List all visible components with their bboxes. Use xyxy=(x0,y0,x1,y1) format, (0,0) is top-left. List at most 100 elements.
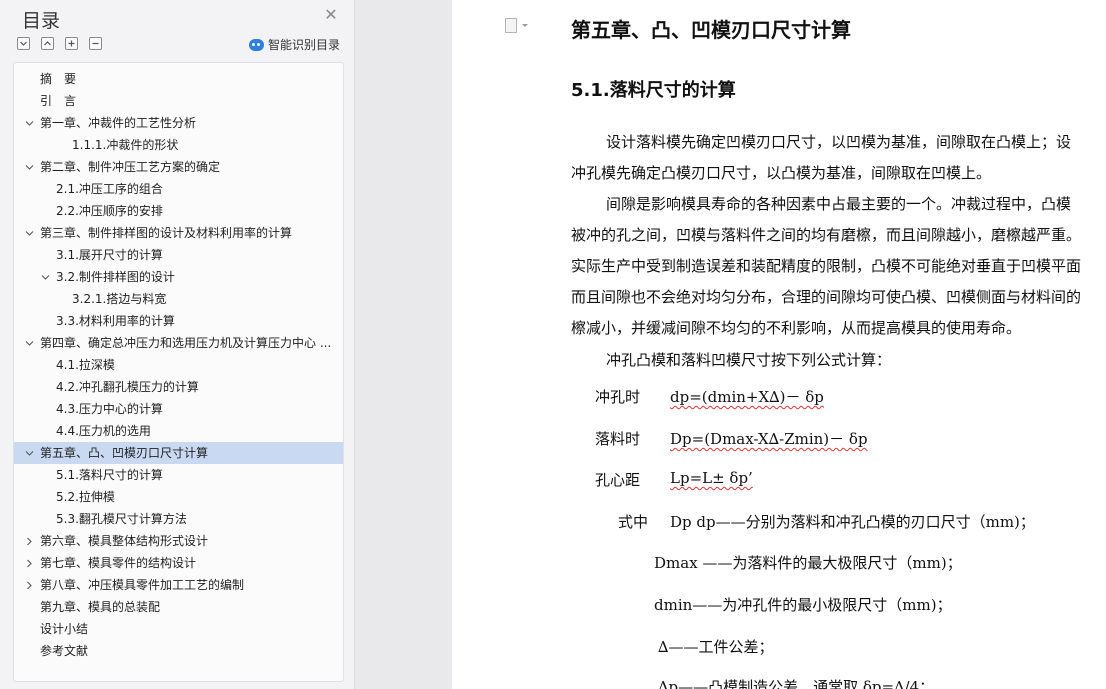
toc-item[interactable]: 第九章、模具的总装配 xyxy=(14,596,343,618)
formula-expression: dp=(dmin+X∆)－ δp xyxy=(670,388,824,406)
paragraph-line: 设计落料模先确定凹模刃口尺寸，以凹模为基准，间隙取在凸模上；设 xyxy=(606,133,1072,151)
paragraph-line: 而且间隙也不会绝对均匀分布，合理的间隙均可使凸模、凹模侧面与材料间的 xyxy=(571,288,1082,306)
add-heading-button[interactable] xyxy=(65,37,78,50)
chevron-down-icon[interactable] xyxy=(25,449,34,458)
toc-item-label: 2.2.冲压顺序的安排 xyxy=(56,204,163,218)
toc-item-label: 第四章、确定总冲压力和选用压力机及计算压力中心 ... xyxy=(40,336,332,350)
chevron-down-icon[interactable] xyxy=(25,339,34,348)
toc-item-label: 4.3.压力中心的计算 xyxy=(56,402,163,416)
paragraph-line: 实际生产中受到制造误差和装配精度的限制，凸模不可能绝对垂直于凹模平面 xyxy=(571,257,1082,275)
toc-item[interactable]: 5.3.翻孔模尺寸计算方法 xyxy=(14,508,343,530)
toc-item[interactable]: 3.1.展开尺寸的计算 xyxy=(14,244,343,266)
toc-item-label: 引 言 xyxy=(40,94,77,108)
toc-item[interactable]: 5.2.拉伸模 xyxy=(14,486,343,508)
toc-item-label: 第三章、制件排样图的设计及材料利用率的计算 xyxy=(40,226,293,240)
toc-item-label: 第五章、凸、凹模刃口尺寸计算 xyxy=(40,446,209,460)
toc-item[interactable]: 第二章、制件冲压工艺方案的确定 xyxy=(14,156,343,178)
paragraph-line: 间隙是影响模具寿命的各种因素中占最主要的一个。冲裁过程中，凸模 xyxy=(606,195,1072,213)
toc-item[interactable]: 4.2.冲孔翻孔模压力的计算 xyxy=(14,376,343,398)
collapse-all-button[interactable] xyxy=(41,37,54,50)
toc-item-label: 3.2.1.搭边与料宽 xyxy=(72,292,167,306)
sidebar-title: 目录 xyxy=(22,10,61,32)
toc-item[interactable]: 第五章、凸、凹模刃口尺寸计算 xyxy=(14,442,343,464)
toc-item-label: 3.2.制件排样图的设计 xyxy=(56,270,175,284)
toc-item[interactable]: 参考文献 xyxy=(14,640,343,662)
chevron-down-icon[interactable] xyxy=(25,119,34,128)
toc-item[interactable]: 第六章、模具整体结构形式设计 xyxy=(14,530,343,552)
toc-item[interactable]: 第四章、确定总冲压力和选用压力机及计算压力中心 ... xyxy=(14,332,343,354)
toc-item[interactable]: 3.3.材料利用率的计算 xyxy=(14,310,343,332)
toc-item[interactable]: 设计小结 xyxy=(14,618,343,640)
remove-heading-button[interactable] xyxy=(89,37,102,50)
toc-item[interactable]: 引 言 xyxy=(14,90,343,112)
paragraph-line: 檫减小，并缓减间隙不均匀的不利影响，从而提高模具的使用寿命。 xyxy=(571,319,1022,337)
document-page[interactable]: 第五章、凸、凹模刃口尺寸计算 5.1.落料尺寸的计算 设计落料模先确定凹模刃口尺… xyxy=(452,0,1106,689)
toc-item-label: 参考文献 xyxy=(40,644,89,658)
chapter-heading: 第五章、凸、凹模刃口尺寸计算 xyxy=(571,18,851,42)
toc-item-label: 第一章、冲裁件的工艺性分析 xyxy=(40,116,197,130)
toc-item[interactable]: 5.1.落料尺寸的计算 xyxy=(14,464,343,486)
toc-item[interactable]: 2.1.冲压工序的组合 xyxy=(14,178,343,200)
formula-label: 冲孔时 xyxy=(595,388,641,406)
formula-label: 孔心距 xyxy=(595,471,641,489)
toc-item-label: 第七章、模具零件的结构设计 xyxy=(40,556,197,570)
toc-item[interactable]: 4.3.压力中心的计算 xyxy=(14,398,343,420)
section-heading: 5.1.落料尺寸的计算 xyxy=(571,80,736,101)
toc-item[interactable]: 4.1.拉深模 xyxy=(14,354,343,376)
smart-toc-label: 智能识别目录 xyxy=(268,38,341,52)
toc-item-label: 第二章、制件冲压工艺方案的确定 xyxy=(40,160,221,174)
toc-item[interactable]: 第一章、冲裁件的工艺性分析 xyxy=(14,112,343,134)
definition-line: ∆p——凸模制造公差，通常取 δp=∆/4； xyxy=(658,678,935,689)
robot-icon xyxy=(249,38,264,51)
toc-item[interactable]: 3.2.1.搭边与料宽 xyxy=(14,288,343,310)
toc-item-label: 摘 要 xyxy=(40,72,77,86)
expand-all-button[interactable] xyxy=(17,37,30,50)
paragraph-line: 冲孔模先确定凸模刃口尺寸，以凸模为基准，间隙取在凹模上。 xyxy=(571,164,992,182)
toc-toolbar xyxy=(17,37,102,50)
toc-item-label: 5.2.拉伸模 xyxy=(56,490,115,504)
definition-line: dmin——为冲孔件的最小极限尺寸（mm)； xyxy=(654,596,952,614)
definition-line: Dmax ——为落料件的最大极限尺寸（mm)； xyxy=(654,554,962,572)
toc-item[interactable]: 3.2.制件排样图的设计 xyxy=(14,266,343,288)
formula-expression: Dp=(Dmax-X∆-Zmin)－ δp xyxy=(670,430,868,448)
toc-item[interactable]: 4.4.压力机的选用 xyxy=(14,420,343,442)
toc-item[interactable]: 1.1.1.冲裁件的形状 xyxy=(14,134,343,156)
toc-item-label: 1.1.1.冲裁件的形状 xyxy=(72,138,179,152)
toc-item[interactable]: 第七章、模具零件的结构设计 xyxy=(14,552,343,574)
definition-line: Dp dp——分别为落料和冲孔凸模的刃口尺寸（mm)； xyxy=(670,513,1035,531)
where-label: 式中 xyxy=(618,513,649,531)
toc-item[interactable]: 摘 要 xyxy=(14,68,343,90)
formula-label: 落料时 xyxy=(595,430,641,448)
paragraph-line: 被冲的孔之间，凹模与落料件之间的均有磨檫，而且间隙越小，磨檫越严重。 xyxy=(571,226,1082,244)
toc-item-label: 第八章、冲压模具零件加工工艺的编制 xyxy=(40,578,245,592)
smart-toc-button[interactable]: 智能识别目录 xyxy=(249,36,340,53)
toc-list: 摘 要引 言第一章、冲裁件的工艺性分析 1.1.1.冲裁件的形状第二章、制件冲压工… xyxy=(13,62,344,682)
chevron-right-icon[interactable] xyxy=(25,559,34,568)
toc-item-label: 4.1.拉深模 xyxy=(56,358,115,372)
page-options-icon[interactable] xyxy=(505,18,528,33)
toc-item-label: 5.1.落料尺寸的计算 xyxy=(56,468,163,482)
chevron-right-icon[interactable] xyxy=(25,581,34,590)
formula-expression: Lp=L± δp’ xyxy=(670,469,753,487)
toc-item-label: 5.3.翻孔模尺寸计算方法 xyxy=(56,512,187,526)
chevron-right-icon[interactable] xyxy=(25,537,34,546)
toc-item[interactable]: 2.2.冲压顺序的安排 xyxy=(14,200,343,222)
toc-item-label: 4.4.压力机的选用 xyxy=(56,424,151,438)
toc-item[interactable]: 第三章、制件排样图的设计及材料利用率的计算 xyxy=(14,222,343,244)
toc-item-label: 第六章、模具整体结构形式设计 xyxy=(40,534,209,548)
toc-sidebar: 目录 ✕ 智能识别目录 摘 要引 言第一章、冲裁件的工艺性分析 1.1.1.冲裁件… xyxy=(0,0,355,689)
toc-item[interactable]: 第八章、冲压模具零件加工工艺的编制 xyxy=(14,574,343,596)
canvas-gutter xyxy=(356,0,452,689)
chevron-down-icon[interactable] xyxy=(25,163,34,172)
toc-item-label: 设计小结 xyxy=(40,622,89,636)
close-icon[interactable]: ✕ xyxy=(322,6,340,24)
definition-line: ∆——工件公差； xyxy=(658,638,774,656)
app-window: 目录 ✕ 智能识别目录 摘 要引 言第一章、冲裁件的工艺性分析 1.1.1.冲裁件… xyxy=(0,0,1106,689)
toc-item-label: 2.1.冲压工序的组合 xyxy=(56,182,163,196)
chevron-down-icon[interactable] xyxy=(41,273,50,282)
chevron-down-icon[interactable] xyxy=(25,229,34,238)
toc-item-label: 4.2.冲孔翻孔模压力的计算 xyxy=(56,380,199,394)
toc-item-label: 第九章、模具的总装配 xyxy=(40,600,161,614)
paragraph-line: 冲孔凸模和落料凹模尺寸按下列公式计算： xyxy=(606,351,892,369)
toc-item-label: 3.1.展开尺寸的计算 xyxy=(56,248,163,262)
